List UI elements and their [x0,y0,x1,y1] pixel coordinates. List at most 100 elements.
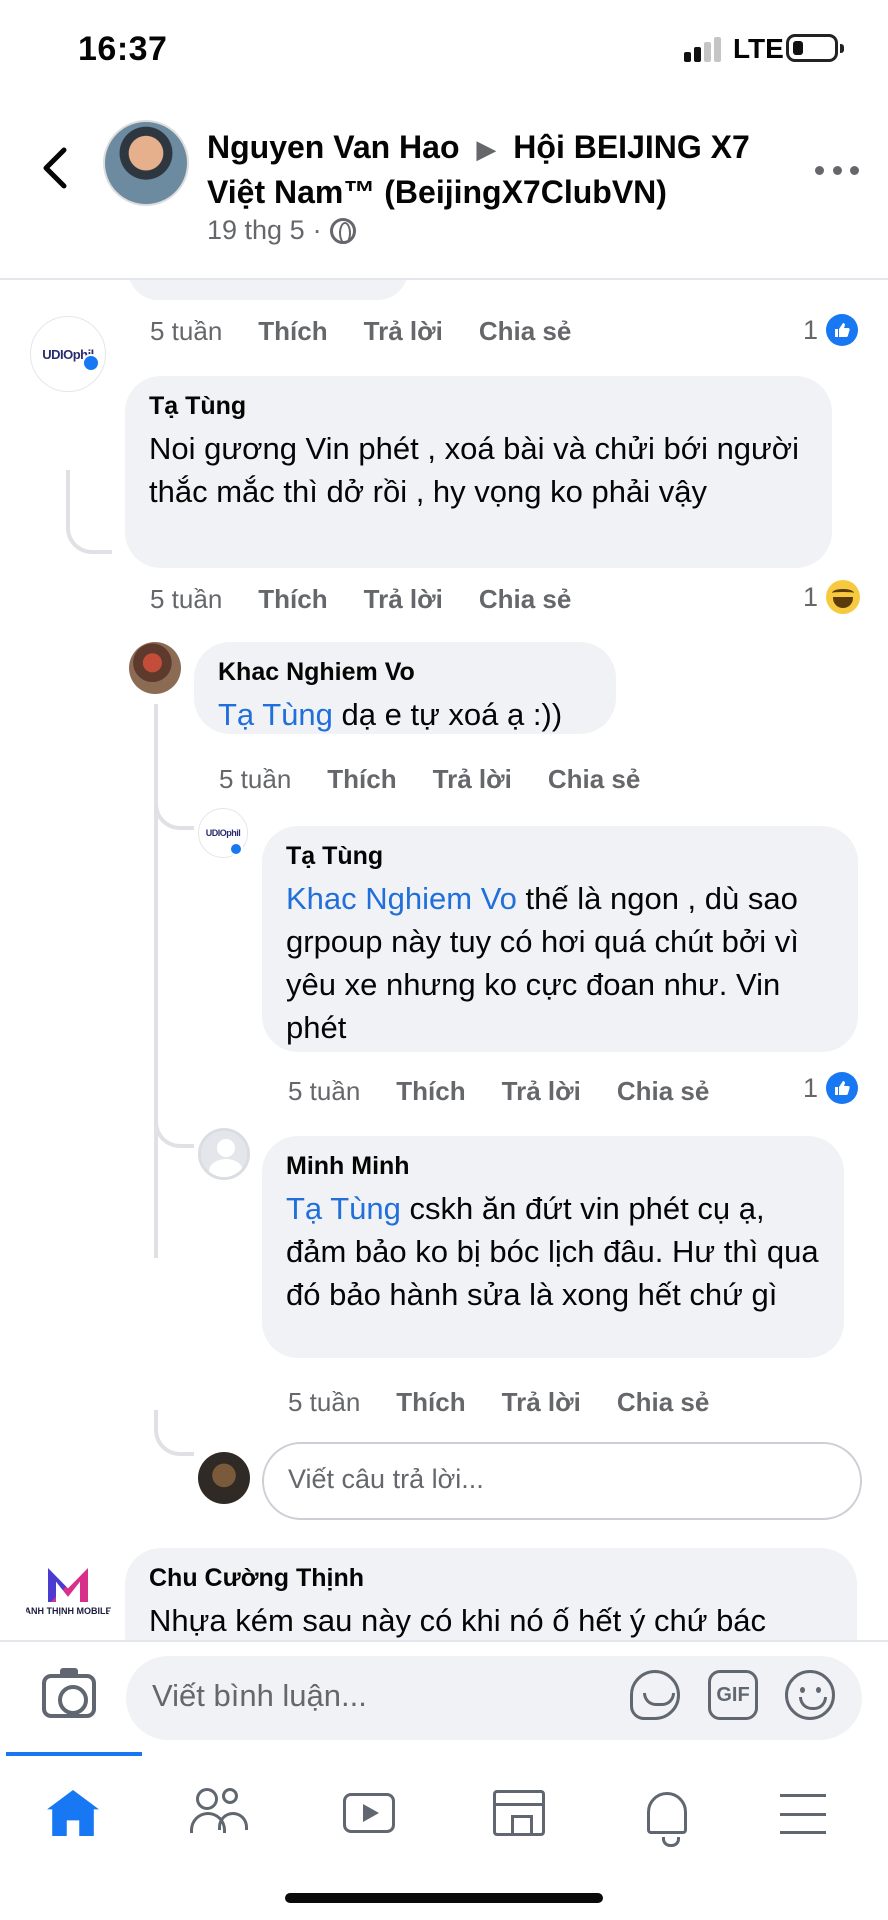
post-title: Nguyen Van Hao ▶ Hội BEIJING X7 Việt Nam… [207,126,767,214]
status-bar: 16:37 LTE [0,0,888,100]
tab-watch[interactable] [334,1778,404,1848]
comment-age: 5 tuần [150,316,223,346]
more-options-button[interactable] [815,150,859,190]
reaction-summary[interactable]: 1 [803,314,859,346]
like-reaction-icon [826,314,859,346]
menu-icon [780,1794,826,1797]
friends-icon [222,1788,238,1804]
like-button[interactable]: Thích [327,764,396,795]
home-icon [47,1790,99,1836]
comment-composer: Viết bình luận... GIF [0,1640,888,1752]
comment-age: 5 tuần [288,1387,361,1417]
like-button[interactable]: Thích [258,316,327,347]
emoji-icon[interactable] [785,1670,835,1720]
share-button[interactable]: Chia sẻ [617,1387,710,1418]
post-meta: 19 thg 5 · [207,215,356,246]
reaction-summary[interactable]: 1 [803,580,861,614]
tab-marketplace[interactable] [484,1778,554,1848]
comment-bubble[interactable]: Tạ Tùng Noi gương Vin phét , xoá bài và … [125,376,832,568]
comment-bubble[interactable]: Minh Minh Tạ Tùng cskh ăn đứt vin phét c… [262,1136,844,1358]
share-button[interactable]: Chia sẻ [548,764,641,795]
comment-text: Noi gương Vin phét , xoá bài và chửi bới… [149,431,800,509]
comment-author[interactable]: Minh Minh [286,1152,820,1181]
reply-button[interactable]: Trả lời [502,1387,581,1418]
comment-actions: 5 tuần Thích Trả lời Chia sẻ [288,1076,745,1107]
tab-notifications[interactable] [632,1778,702,1848]
tab-menu[interactable] [778,1794,828,1834]
watch-icon [343,1793,395,1833]
verified-badge-icon [82,354,100,372]
comment-age: 5 tuần [150,584,223,614]
reply-button[interactable]: Trả lời [364,316,443,347]
reaction-count: 1 [803,1072,819,1103]
comment-actions: 5 tuần Thích Trả lời Chia sẻ [219,764,676,795]
more-icon [815,165,824,175]
comment-avatar[interactable] [129,642,181,694]
comment-bubble-previous [128,280,408,300]
meta-separator: · [312,215,322,245]
gif-icon[interactable]: GIF [708,1670,758,1720]
active-tab-indicator [6,1752,142,1756]
reaction-summary[interactable]: 1 [803,1072,859,1104]
mention-link[interactable]: Tạ Tùng [218,697,333,732]
reply-button[interactable]: Trả lời [433,764,512,795]
comment-avatar[interactable]: ANH THỊNH MOBILE [22,1546,114,1638]
thread-curve [154,1100,194,1148]
share-button[interactable]: Chia sẻ [479,584,572,615]
comment-bubble[interactable]: Tạ Tùng Khac Nghiem Vo thế là ngon , dù … [262,826,858,1052]
tab-friends[interactable] [188,1778,258,1848]
camera-icon[interactable] [42,1668,96,1718]
network-label: LTE [733,33,784,64]
comment-author[interactable]: Tạ Tùng [149,392,808,421]
notifications-icon [647,1792,687,1847]
globe-icon [329,217,356,244]
thread-line [66,470,112,554]
thread-curve [154,1410,194,1456]
like-button[interactable]: Thích [396,1387,465,1418]
battery-icon [786,34,844,62]
tab-home[interactable] [38,1778,108,1848]
shop-logo-icon [48,1568,88,1602]
share-button[interactable]: Chia sẻ [479,316,572,347]
like-button[interactable]: Thích [396,1076,465,1107]
reply-button[interactable]: Trả lời [364,584,443,615]
comment-text: Tạ Tùng cskh ăn đứt vin phét cụ ạ, đảm b… [286,1191,819,1312]
comment-text: Nhựa kém sau này có khi nó ố hết ý chứ b… [149,1603,767,1638]
post-date[interactable]: 19 thg 5 [207,215,305,246]
mention-link[interactable]: Tạ Tùng [286,1191,401,1226]
comment-text: Tạ Tùng dạ e tự xoá ạ :)) [218,697,563,732]
verified-badge-icon [229,842,243,856]
current-user-avatar [198,1452,250,1504]
arrow-right-icon: ▶ [476,134,497,164]
comment-actions: 5 tuần Thích Trả lời Chia sẻ [288,1387,745,1418]
post-author-name[interactable]: Nguyen Van Hao [207,129,460,165]
like-button[interactable]: Thích [258,584,327,615]
haha-reaction-icon [826,580,861,614]
home-indicator[interactable] [285,1893,603,1903]
like-reaction-icon [826,1072,859,1104]
post-author-avatar[interactable] [103,120,189,206]
comment-age: 5 tuần [288,1076,361,1106]
post-header: Nguyen Van Hao ▶ Hội BEIJING X7 Việt Nam… [0,100,888,280]
cellular-signal-icon [684,36,724,62]
comment-age: 5 tuần [219,764,292,794]
reaction-count: 1 [803,314,819,345]
mention-link[interactable]: Khac Nghiem Vo [286,881,517,916]
reply-button[interactable]: Trả lời [502,1076,581,1107]
comments-feed[interactable]: 5 tuần Thích Trả lời Chia sẻ 1 UDIOphil … [0,280,888,1640]
back-button[interactable] [34,142,74,194]
comment-bubble[interactable]: Khac Nghiem Vo Tạ Tùng dạ e tự xoá ạ :)) [194,642,616,734]
reply-input[interactable]: Viết câu trả lời... [262,1442,862,1520]
comment-actions: 5 tuần Thích Trả lời Chia sẻ [150,584,607,615]
comment-bubble[interactable]: Chu Cường Thịnh Nhựa kém sau này có khi … [125,1548,857,1640]
comment-author[interactable]: Khac Nghiem Vo [218,658,592,687]
comment-actions: 5 tuần Thích Trả lời Chia sẻ [150,316,607,347]
comment-author[interactable]: Chu Cường Thịnh [149,1564,833,1593]
chevron-left-icon [43,147,67,189]
share-button[interactable]: Chia sẻ [617,1076,710,1107]
thread-curve [154,780,194,830]
comment-author[interactable]: Tạ Tùng [286,842,834,871]
sticker-icon[interactable] [630,1670,680,1720]
comment-avatar[interactable] [198,1128,250,1180]
comment-text: Khac Nghiem Vo thế là ngon , dù sao grpo… [286,881,799,1045]
